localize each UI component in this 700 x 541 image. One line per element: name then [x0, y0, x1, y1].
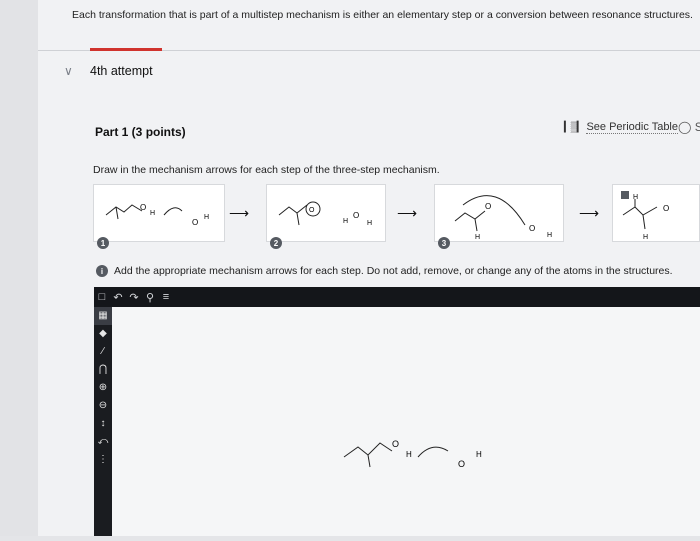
drawing-canvas[interactable]: O H O H [112, 307, 700, 536]
info-message: i Add the appropriate mechanism arrows f… [96, 265, 673, 277]
step-3-badge: 3 [438, 237, 450, 249]
instruction-text: Draw in the mechanism arrows for each st… [93, 164, 440, 176]
undo-icon[interactable]: ↶ [110, 291, 126, 304]
attempt-label[interactable]: 4th attempt [90, 64, 153, 78]
left-margin [0, 0, 38, 536]
arrow-icon[interactable]: ↕ [94, 415, 112, 433]
product-structure: H O H [621, 191, 669, 241]
periodic-table-link[interactable]: ▎▒▎ See Periodic Table [564, 121, 678, 134]
step-2-panel: O H O H 2 [266, 184, 386, 249]
step-2-atom-h1: H [343, 218, 348, 225]
canvas-atom-o1: O [392, 439, 399, 449]
step-2-badge: 2 [270, 237, 282, 249]
canvas-atom-h2: H [476, 450, 482, 459]
step-3-atom-o2: O [529, 224, 535, 233]
periodic-table-icon: ▎▒▎ [564, 122, 584, 133]
step-3-structure: O H O H [454, 195, 552, 241]
lone-pair-icon[interactable]: ⋮ [94, 451, 112, 469]
eraser-icon[interactable]: ◆ [94, 325, 112, 343]
chevron-down-icon[interactable]: ∨ [64, 64, 73, 78]
step-2-atom-h2: H [367, 220, 372, 227]
product-atom-h-top: H [633, 194, 638, 201]
product-panel: H O H [612, 184, 700, 242]
minus-charge-icon[interactable]: ⊖ [94, 397, 112, 415]
info-icon: i [96, 265, 108, 277]
hint-icon[interactable]: ◯ S [678, 120, 700, 134]
editor-toolbar: □ ↶ ↷ ⚲ ≡ [94, 287, 700, 307]
step-2-atom-o1: O [309, 207, 315, 214]
select-icon[interactable]: ▦ [94, 307, 112, 325]
editor-side-toolbar: ▦ ◆ ∕ ⋂ ⊕ ⊖ ↕ ⤺ ⋮ [94, 307, 112, 536]
reaction-arrow-icon: ⟶ [579, 205, 600, 221]
info-text: Add the appropriate mechanism arrows for… [114, 265, 673, 277]
settings-icon[interactable]: ≡ [158, 291, 174, 303]
canvas-structure: O H O H [343, 439, 482, 469]
product-atom-h-bottom: H [643, 234, 648, 241]
step-1-atom-o1: O [140, 203, 146, 212]
step-2-atom-o2: O [353, 211, 359, 220]
bond-icon[interactable]: ∕ [94, 343, 112, 361]
periodic-table-label: See Periodic Table [586, 121, 678, 134]
part-title: Part 1 (3 points) [95, 125, 186, 139]
step-1-structure: O H O H [105, 203, 209, 227]
reaction-arrow-icon: ⟶ [229, 205, 250, 221]
attempt-indicator-line [90, 48, 162, 51]
step-3-panel: O H O H 3 [434, 184, 564, 249]
step-2-structure: O H O H [278, 201, 372, 227]
product-atom-o: O [663, 204, 669, 213]
step-1-atom-h1: H [150, 210, 155, 217]
reaction-arrow-icon: ⟶ [397, 205, 418, 221]
intro-text: Each transformation that is part of a mu… [72, 9, 693, 21]
new-document-icon[interactable]: □ [94, 291, 110, 303]
step-3-atom-o1: O [485, 202, 491, 211]
canvas-atom-o2: O [458, 459, 465, 469]
redo-icon[interactable]: ↷ [126, 291, 142, 304]
curved-arrow-icon[interactable]: ⤺ [94, 433, 112, 451]
step-1-atom-h2: H [204, 214, 209, 221]
step-3-atom-h1: H [475, 234, 480, 241]
atom-label-icon[interactable]: ⋂ [94, 361, 112, 379]
plus-charge-icon[interactable]: ⊕ [94, 379, 112, 397]
zoom-icon[interactable]: ⚲ [142, 291, 158, 304]
step-3-atom-h2: H [547, 232, 552, 239]
canvas-atom-h1: H [406, 450, 412, 459]
step-1-atom-o2: O [192, 218, 198, 227]
step-1-panel: O H O H 1 [93, 184, 225, 249]
step-1-badge: 1 [97, 237, 109, 249]
